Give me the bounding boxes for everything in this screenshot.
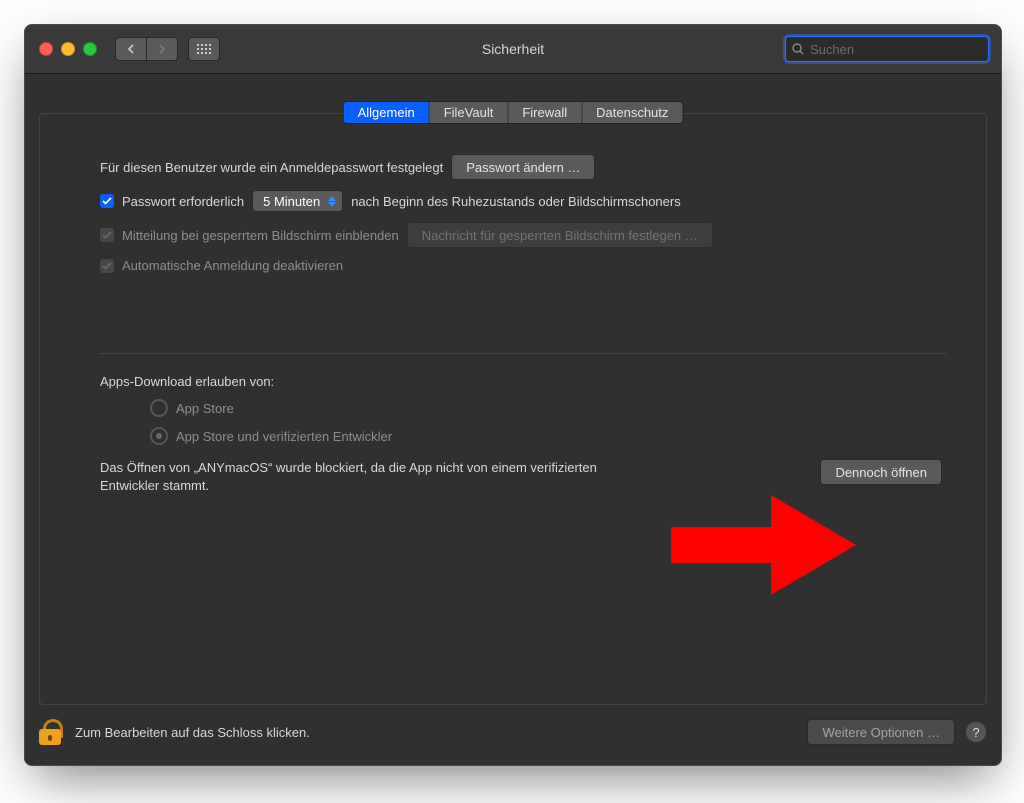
search-field[interactable] xyxy=(785,36,989,62)
change-password-button[interactable]: Passwort ändern … xyxy=(451,154,595,180)
blocked-app-message: Das Öffnen von „ANYmacOS“ wurde blockier… xyxy=(100,459,620,494)
settings-panel: Allgemein FileVault Firewall Datenschutz… xyxy=(39,113,987,705)
forward-button[interactable] xyxy=(147,37,178,61)
minimize-window-button[interactable] xyxy=(61,42,75,56)
nav-buttons xyxy=(115,37,178,61)
allow-apps-appstore-label: App Store xyxy=(176,401,234,416)
lock-icon[interactable] xyxy=(39,719,61,745)
require-password-label: Passwort erforderlich xyxy=(122,194,244,209)
help-button[interactable]: ? xyxy=(965,721,987,743)
grid-icon xyxy=(197,44,211,54)
set-lock-message-button: Nachricht für gesperrten Bildschirm fest… xyxy=(407,222,713,248)
window-controls xyxy=(39,42,97,56)
search-input[interactable] xyxy=(808,41,988,58)
window-titlebar: Sicherheit xyxy=(25,25,1001,74)
require-password-checkbox[interactable] xyxy=(100,194,114,208)
tab-bar: Allgemein FileVault Firewall Datenschutz xyxy=(343,101,684,124)
back-button[interactable] xyxy=(115,37,147,61)
show-lock-message-checkbox xyxy=(100,228,114,242)
tab-filevault[interactable]: FileVault xyxy=(430,102,509,123)
allow-apps-appstore-radio xyxy=(150,399,168,417)
more-options-button[interactable]: Weitere Optionen … xyxy=(807,719,955,745)
require-password-delay-select[interactable]: 5 Minuten xyxy=(252,190,343,212)
require-password-delay-value: 5 Minuten xyxy=(263,194,320,209)
show-all-button[interactable] xyxy=(188,37,220,61)
login-password-set-label: Für diesen Benutzer wurde ein Anmeldepas… xyxy=(100,160,443,175)
search-icon xyxy=(792,43,804,55)
lock-hint: Zum Bearbeiten auf das Schloss klicken. xyxy=(75,725,310,740)
zoom-window-button[interactable] xyxy=(83,42,97,56)
require-password-suffix: nach Beginn des Ruhezustands oder Bildsc… xyxy=(351,194,681,209)
tab-general[interactable]: Allgemein xyxy=(344,102,430,123)
allow-apps-identified-label: App Store und verifizierten Entwickler xyxy=(176,429,392,444)
tab-privacy[interactable]: Datenschutz xyxy=(582,102,682,123)
section-divider xyxy=(100,353,946,354)
security-preferences-window: Sicherheit Allgemein FileVault Firewall … xyxy=(24,24,1002,766)
tab-firewall[interactable]: Firewall xyxy=(508,102,582,123)
show-lock-message-label: Mitteilung bei gesperrtem Bildschirm ein… xyxy=(122,228,399,243)
allow-apps-identified-radio xyxy=(150,427,168,445)
close-window-button[interactable] xyxy=(39,42,53,56)
disable-autologin-label: Automatische Anmeldung deaktivieren xyxy=(122,258,343,273)
disable-autologin-checkbox xyxy=(100,259,114,273)
footer: Zum Bearbeiten auf das Schloss klicken. … xyxy=(39,719,987,745)
stepper-icon xyxy=(328,196,336,207)
general-pane: Für diesen Benutzer wurde ein Anmeldepas… xyxy=(40,114,986,504)
open-anyway-button[interactable]: Dennoch öffnen xyxy=(820,459,942,485)
window-body: Allgemein FileVault Firewall Datenschutz… xyxy=(39,85,987,751)
allow-apps-heading: Apps-Download erlauben von: xyxy=(100,374,274,389)
